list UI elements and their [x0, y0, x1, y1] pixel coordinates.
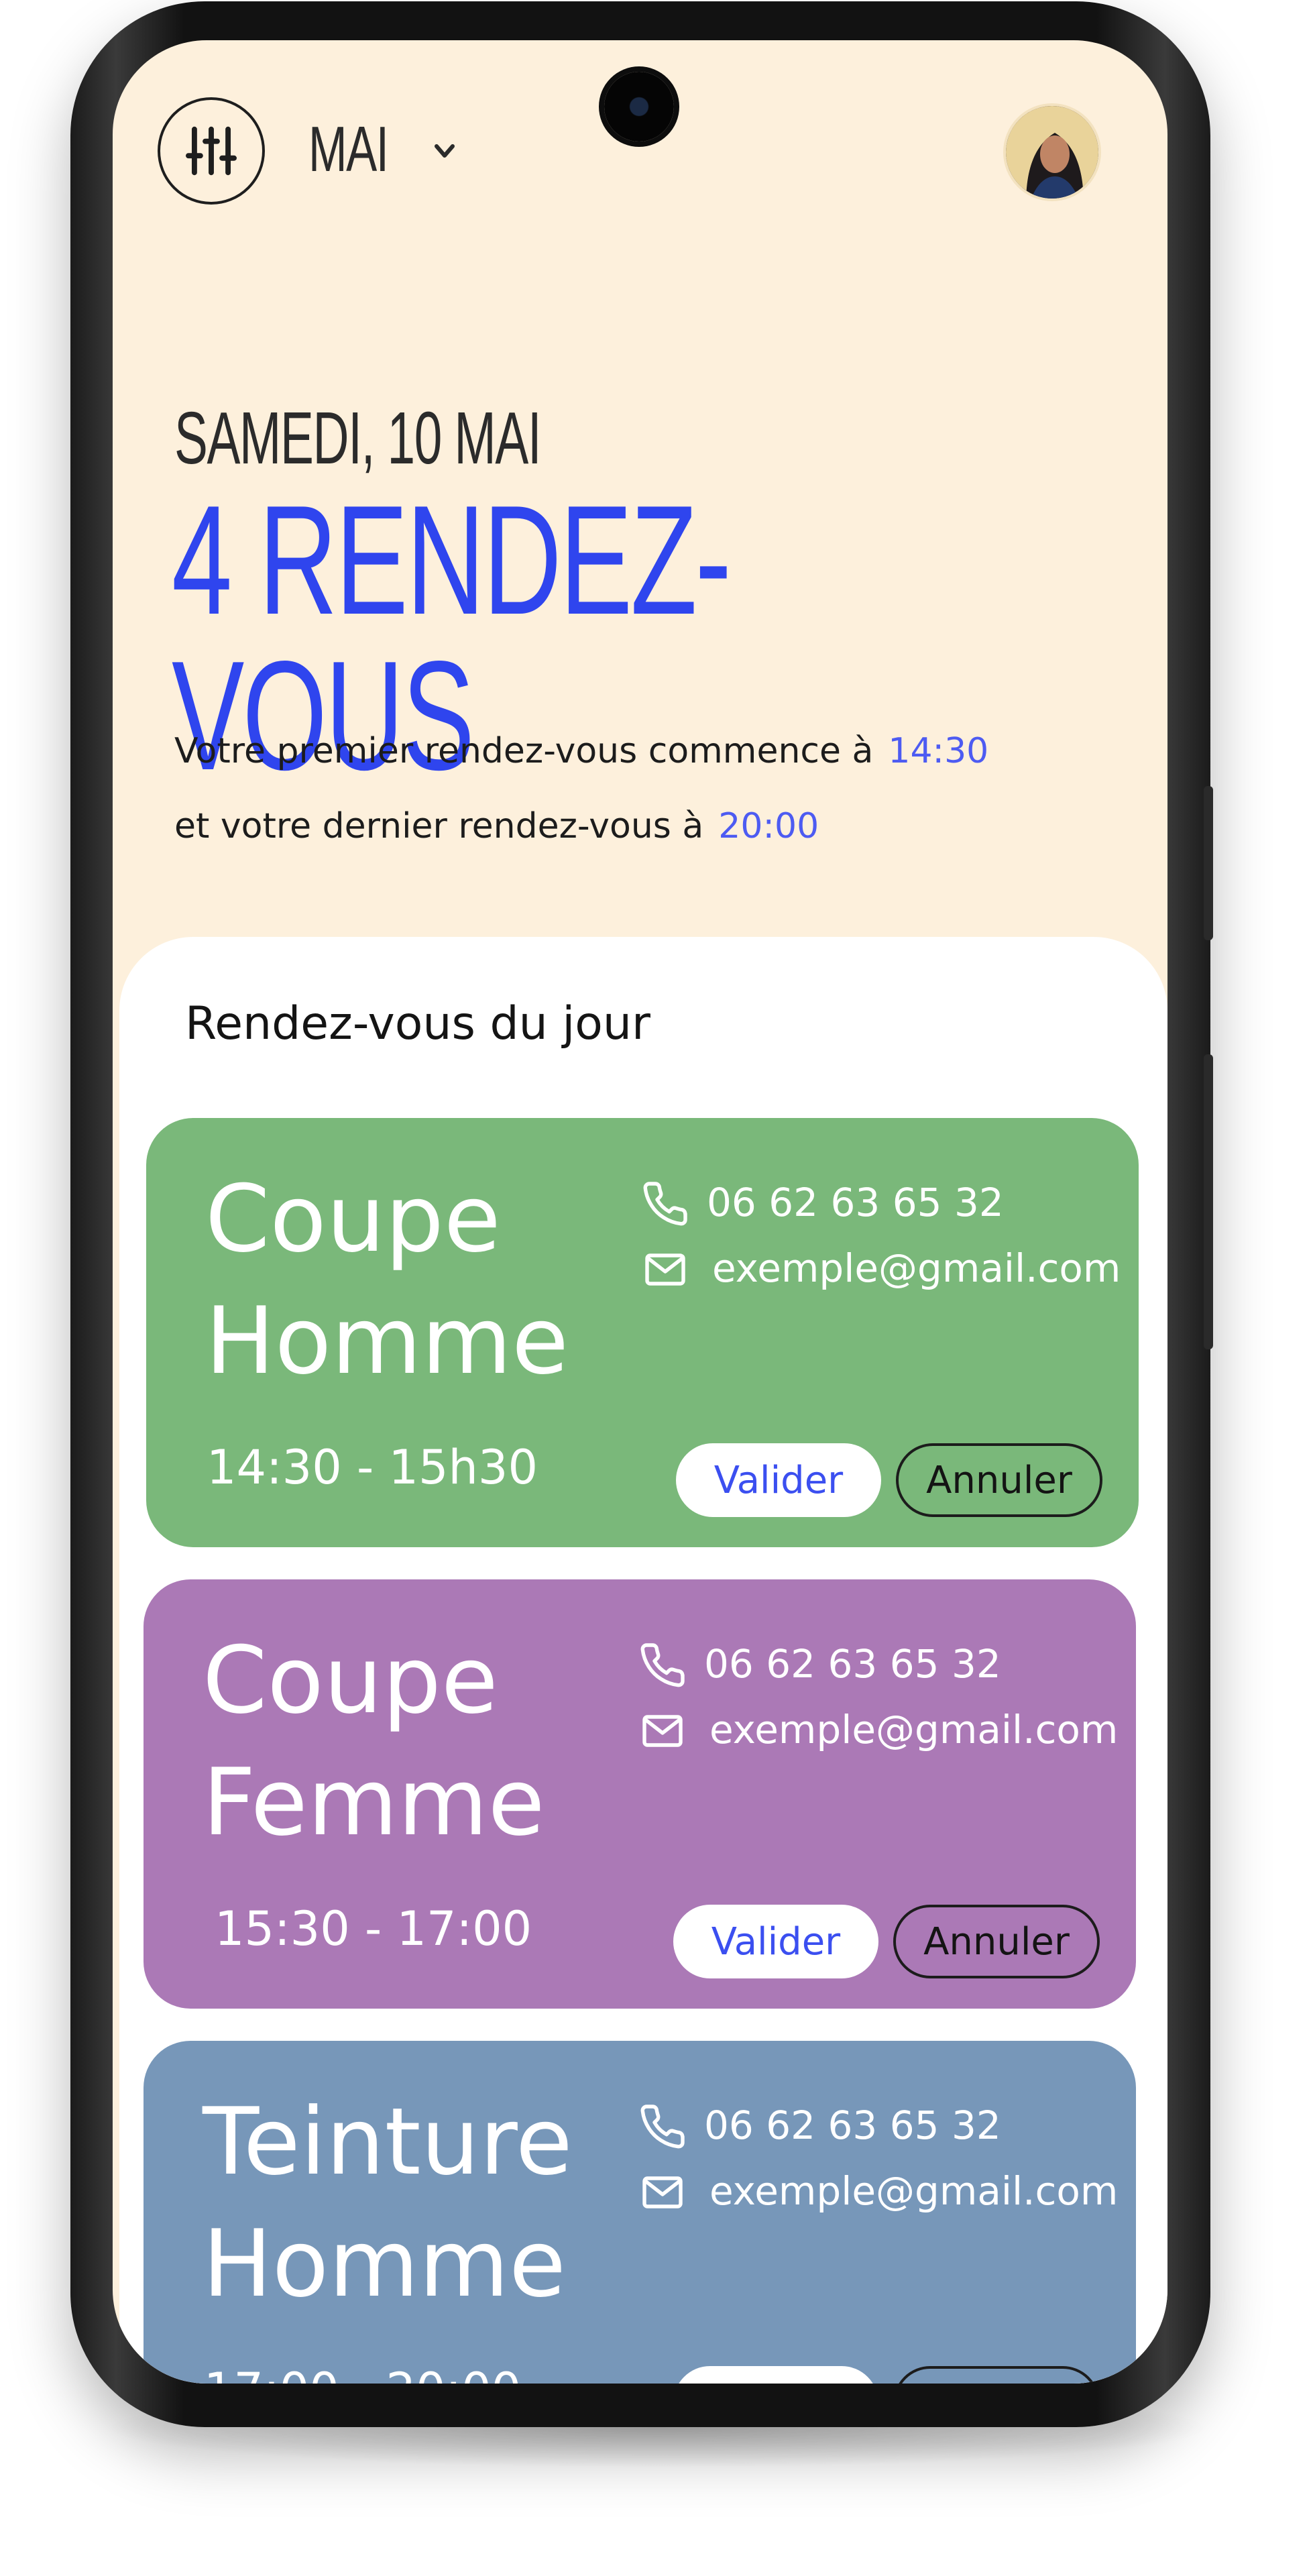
date-label: SAMEDI, 10 MAI — [174, 397, 542, 480]
first-appointment-line: Votre premier rendez-vous commence à 14:3… — [174, 731, 988, 771]
filter-button[interactable] — [158, 97, 265, 205]
first-appointment-text: Votre premier rendez-vous commence à — [174, 731, 874, 771]
front-camera — [604, 72, 674, 142]
mail-icon — [642, 1715, 683, 1747]
phone-frame: MAI SAMEDI, 10 MAI 4 RENDEZ-VOUS Votre p… — [70, 1, 1213, 2427]
chevron-down-icon[interactable] — [431, 142, 458, 161]
appointment-time: 14:30 - 15h30 — [207, 1440, 538, 1495]
service-name: Coupe Homme — [205, 1165, 569, 1395]
app-screen: MAI SAMEDI, 10 MAI 4 RENDEZ-VOUS Votre p… — [113, 40, 1167, 2384]
appointments-sheet: Rendez-vous du jour Coupe Homme 06 62 63… — [119, 937, 1167, 2384]
sliders-icon — [186, 126, 237, 176]
cancel-button[interactable]: Annuler — [893, 2366, 1100, 2384]
volume-button — [1204, 786, 1213, 940]
last-appointment-text: et votre dernier rendez-vous à — [174, 806, 704, 846]
cancel-button[interactable]: Annuler — [893, 1905, 1100, 1978]
last-appointment-line: et votre dernier rendez-vous à 20:00 — [174, 806, 819, 846]
mail-icon — [642, 2176, 683, 2208]
appointment-card[interactable]: Teinture Homme 06 62 63 65 32 exemple@gm… — [144, 2041, 1136, 2384]
month-selector[interactable]: MAI — [308, 113, 389, 186]
appointment-time: 17:00 - 20:00 — [204, 2363, 521, 2384]
service-name: Coupe Femme — [203, 1626, 545, 1856]
email-address: exemple@gmail.com — [709, 2168, 1119, 2214]
validate-button[interactable]: Valider — [676, 1443, 881, 1517]
phone-icon — [640, 2105, 685, 2149]
mail-icon — [645, 1253, 685, 1286]
email-address: exemple@gmail.com — [709, 1707, 1119, 1752]
section-title: Rendez-vous du jour — [185, 997, 650, 1050]
cancel-button[interactable]: Annuler — [896, 1443, 1102, 1517]
appointment-card[interactable]: Coupe Femme 06 62 63 65 32 exemple@gmail… — [144, 1579, 1136, 2009]
phone-number: 06 62 63 65 32 — [707, 1180, 1004, 1225]
phone-icon — [643, 1182, 687, 1226]
last-appointment-time: 20:00 — [718, 806, 819, 846]
service-name: Teinture Homme — [203, 2088, 573, 2318]
user-avatar[interactable] — [1003, 103, 1101, 201]
phone-number: 06 62 63 65 32 — [704, 1641, 1001, 1687]
validate-button[interactable]: Valider — [673, 2366, 878, 2384]
appointment-time: 15:30 - 17:00 — [215, 1901, 532, 1956]
phone-icon — [640, 1643, 685, 1687]
phone-number: 06 62 63 65 32 — [704, 2103, 1001, 2148]
power-button — [1204, 1054, 1213, 1349]
validate-button[interactable]: Valider — [673, 1905, 878, 1978]
email-address: exemple@gmail.com — [712, 1245, 1121, 1291]
first-appointment-time: 14:30 — [888, 731, 989, 771]
appointment-card[interactable]: Coupe Homme 06 62 63 65 32 exemple@gmail… — [146, 1118, 1139, 1547]
avatar-image — [1006, 106, 1098, 199]
